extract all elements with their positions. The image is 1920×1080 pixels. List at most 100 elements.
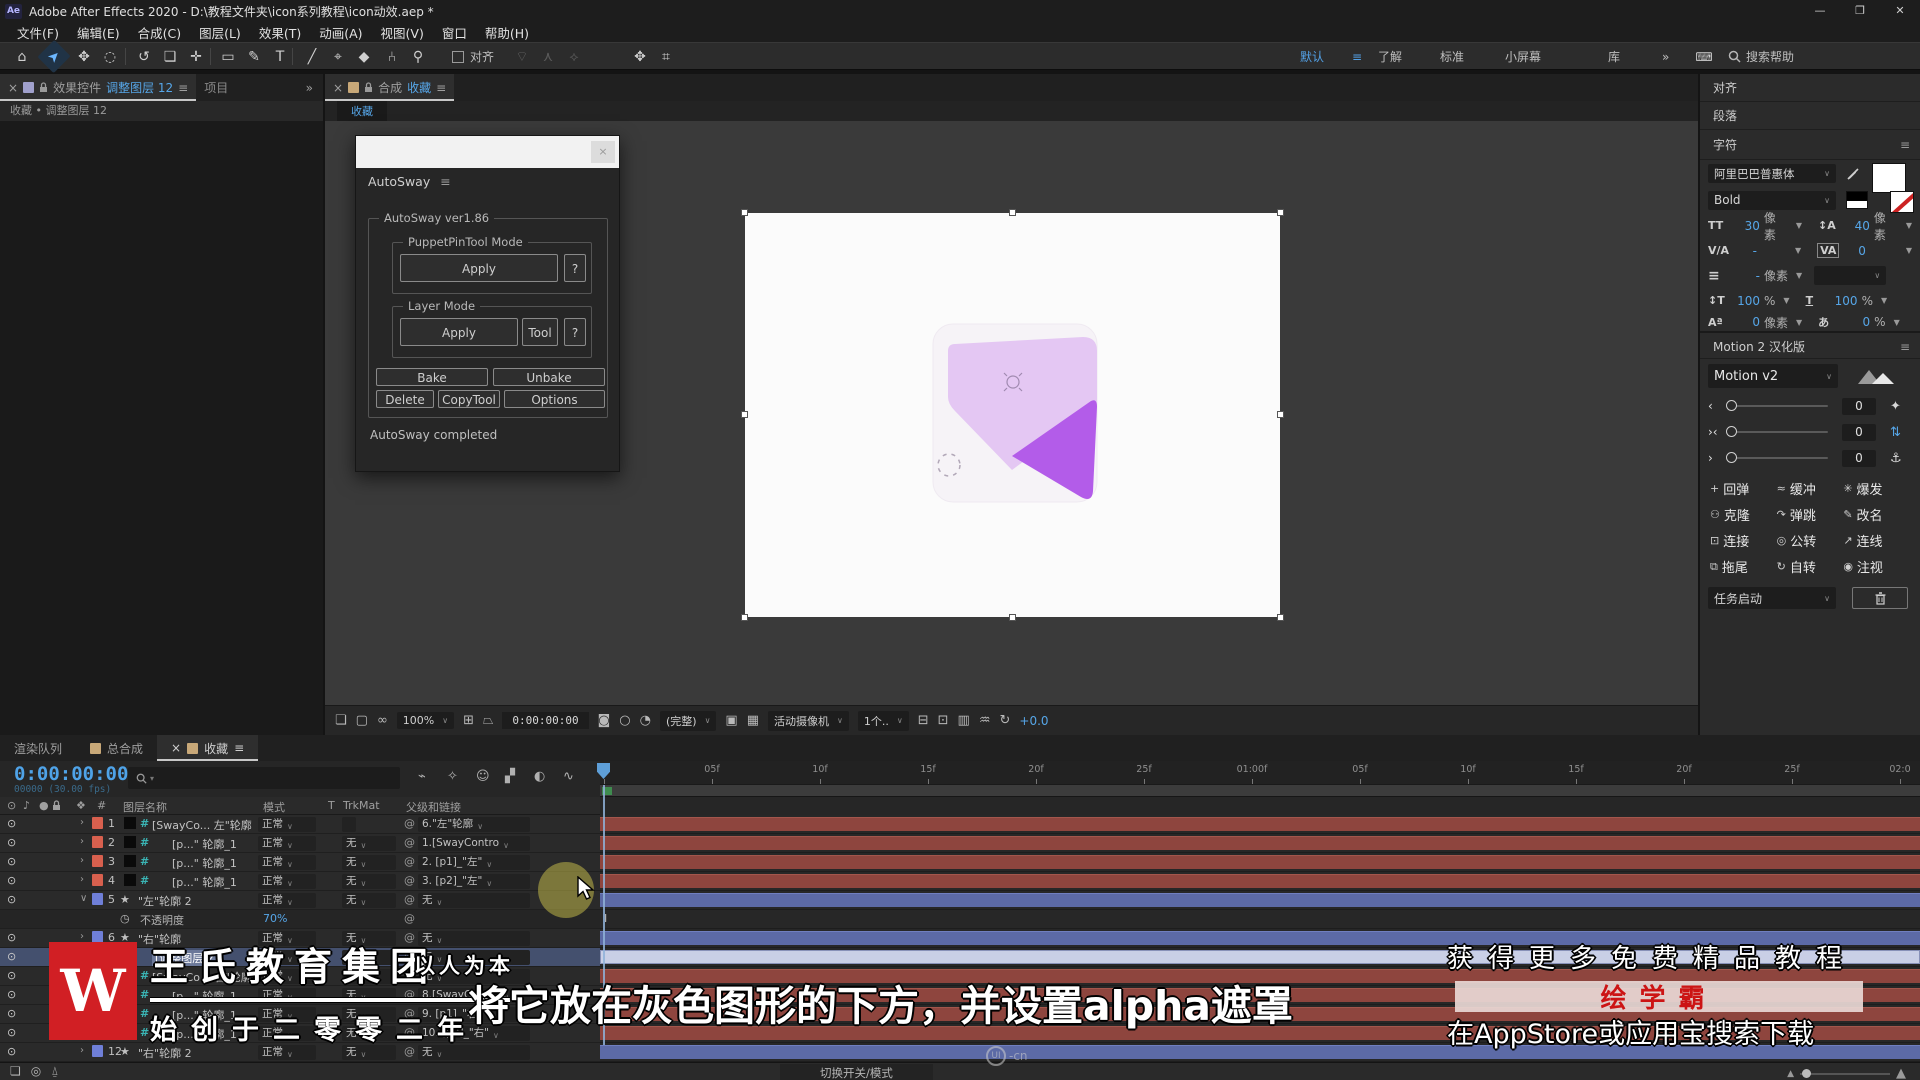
layer-name[interactable]: [SwayCo... 左"轮廓 — [152, 817, 252, 833]
multi-view-icon[interactable]: ❏ — [335, 713, 347, 728]
mini-color-black-white[interactable] — [1846, 191, 1868, 209]
layer-name[interactable]: "左"轮廓 2 — [138, 893, 192, 909]
pan-behind-tool-icon[interactable]: ✛ — [184, 45, 208, 68]
squash-slider-value[interactable]: 0 — [1842, 423, 1876, 441]
workspace-menu-icon[interactable]: ≡ — [1352, 43, 1362, 71]
menu-item-图层L[interactable]: 图层(L) — [190, 23, 250, 42]
rocket-icon[interactable]: ✦ — [1890, 399, 1901, 414]
share-view-icon[interactable]: ⊟ — [918, 713, 929, 728]
ease-button[interactable]: ≈ 缓冲 — [1777, 479, 1844, 498]
vertical-scale-value[interactable]: 100 — [1736, 294, 1760, 308]
pan-icon[interactable]: ✥ — [628, 45, 652, 68]
motion-blur-icon[interactable]: ◐ — [534, 769, 545, 784]
parent-pickwhip-icon[interactable]: @ — [404, 893, 415, 906]
pixel-aspect-icon[interactable]: ▥ — [958, 713, 970, 728]
burst-button[interactable]: ✳ 爆发 — [1843, 479, 1910, 498]
twirl-toggle[interactable]: › — [80, 836, 84, 847]
parent-pickwhip-icon[interactable]: @ — [404, 836, 415, 849]
eye-toggle[interactable]: ⊙ — [7, 950, 16, 963]
slider-knob[interactable] — [1726, 400, 1737, 411]
rotate-tool-icon[interactable]: ↺ — [132, 45, 156, 68]
baseline-shift-value[interactable]: 0 — [1736, 315, 1760, 329]
selection-handle[interactable] — [1277, 411, 1284, 418]
parent-select[interactable]: 6."左"轮廓 ∨ — [418, 817, 530, 832]
eye-toggle[interactable]: ⊙ — [7, 1007, 16, 1020]
blend-mode-select[interactable]: 正常∨ — [258, 893, 316, 908]
layer-help-button[interactable]: ? — [564, 318, 586, 346]
arrows-icon[interactable]: ⇅ — [1890, 425, 1901, 440]
timeline-icon[interactable]: ↻ — [1000, 713, 1011, 728]
refresh-icon[interactable]: ⊡ — [938, 713, 949, 728]
cc-badge-icon[interactable]: ⌨ — [1692, 45, 1716, 68]
slider-track[interactable] — [1726, 426, 1828, 437]
bounce-button[interactable]: + 回弹 — [1710, 479, 1777, 498]
puppetpin-apply-button[interactable]: Apply — [400, 254, 558, 282]
eye-toggle[interactable]: ⊙ — [7, 893, 16, 906]
panel-menu-icon[interactable]: ≡ — [178, 81, 188, 95]
menu-item-视图V[interactable]: 视图(V) — [372, 23, 433, 42]
choose-grid-icon[interactable]: ⊞ — [463, 713, 474, 728]
delete-button[interactable]: Delete — [376, 390, 434, 408]
tab-composition[interactable]: × 合成 收藏 ≡ — [325, 74, 455, 101]
lock-icon[interactable] — [364, 82, 373, 93]
panel-menu-icon[interactable]: ≡ — [1900, 130, 1910, 160]
twirl-toggle[interactable]: › — [80, 931, 84, 942]
zoom-tool-icon[interactable]: ◌ — [98, 45, 122, 68]
property-value[interactable]: 70% — [263, 912, 287, 925]
layer-row-3[interactable]: ⊙ › 3 # [p..." 轮廓_1 正常 ∨ 无 ∨ @2. [p1]_"左" ∨ — [0, 853, 600, 872]
type-tool-icon[interactable]: T — [268, 45, 292, 68]
tab-project[interactable]: 项目 — [196, 74, 236, 101]
channels-icon[interactable]: ◔ — [640, 713, 651, 728]
parent-pickwhip-icon[interactable]: @ — [404, 874, 415, 887]
look-at-button[interactable]: ◉ 注视 — [1843, 557, 1910, 576]
layer-row-5[interactable]: ⊙ ∨ 5 ★ "左"轮廓 2 正常 ∨ 无 ∨ @ 无 ∨ — [0, 891, 600, 910]
layer-row-1[interactable]: ⊙ › 1 # [SwayCo... 左"轮廓 正常 ∨ @6."左"轮廓 ∨ — [0, 815, 600, 834]
stopwatch-icon[interactable]: ◷ — [120, 912, 130, 925]
region-icon[interactable]: ▣ — [725, 713, 737, 728]
layer-name[interactable]: [p..." 轮廓_1 — [172, 855, 237, 871]
label-color-chip[interactable] — [92, 893, 103, 905]
eye-toggle[interactable]: ⊙ — [7, 1045, 16, 1058]
blend-mode-select[interactable]: 正常∨ — [258, 817, 316, 832]
copytool-button[interactable]: CopyTool — [438, 390, 500, 408]
minimize-button[interactable]: — — [1800, 0, 1840, 22]
track-row[interactable] — [600, 872, 1920, 891]
squash-slider[interactable]: ›‹ 0 ⇅ — [1700, 419, 1920, 445]
twirl-toggle[interactable]: › — [80, 874, 84, 885]
snap-checkbox[interactable] — [452, 51, 464, 63]
label-color-chip[interactable] — [92, 1045, 103, 1057]
clone-button[interactable]: ⚇ 克隆 — [1710, 505, 1777, 524]
current-timecode[interactable]: 0:00:00:00 — [14, 763, 128, 785]
trkmat-select[interactable]: 无∨ — [342, 1045, 396, 1060]
work-area-bar[interactable] — [600, 785, 1920, 797]
autosway-close-button[interactable]: × — [591, 141, 615, 163]
time-ruler[interactable]: 0f05f10f15f20f25f01:00f05f10f15f20f25f02… — [599, 761, 1920, 785]
frame-blend-icon[interactable]: ▞ — [505, 769, 515, 784]
rename-button[interactable]: ✎ 改名 — [1843, 505, 1910, 524]
menu-item-文件F[interactable]: 文件(F) — [8, 23, 68, 42]
layer-duration-bar[interactable] — [600, 836, 1920, 850]
rotate-slider[interactable]: › 0 ⚓ — [1700, 445, 1920, 471]
timeline-search-input[interactable]: ▾ — [128, 767, 400, 789]
workspace-2[interactable]: 标准 — [1440, 43, 1464, 71]
layer-name[interactable]: "右"轮廓 2 — [138, 1045, 192, 1061]
delete-task-button[interactable] — [1852, 587, 1908, 609]
shape-tool-icon[interactable]: ▭ — [216, 45, 240, 68]
panel-menu-icon[interactable]: ≡ — [440, 174, 450, 189]
blend-mode-select[interactable]: 正常∨ — [258, 855, 316, 870]
composition-canvas[interactable] — [741, 209, 1284, 621]
stroke-width-value[interactable]: - — [1736, 269, 1760, 283]
close-button[interactable]: ✕ — [1880, 0, 1920, 22]
tab-close-icon[interactable]: × — [171, 741, 181, 755]
layer-row-4[interactable]: ⊙ › 4 # [p..." 轮廓_1 正常 ∨ 无 ∨ @3. [p2]_"左" ∨ — [0, 872, 600, 891]
workspace-0[interactable]: 默认 — [1300, 43, 1324, 71]
parent-select[interactable]: 1.[SwayContro ∨ — [418, 836, 530, 851]
eye-toggle[interactable]: ⊙ — [7, 855, 16, 868]
workspace-3[interactable]: 小屏幕 — [1505, 43, 1541, 71]
camera-tool-icon[interactable]: ❏ — [158, 45, 182, 68]
eyedropper-icon[interactable] — [1846, 167, 1860, 181]
leading-value[interactable]: 40 — [1846, 219, 1870, 233]
orbit-button[interactable]: ◎ 公转 — [1777, 531, 1844, 550]
home-tool-icon[interactable]: ⌂ — [10, 45, 34, 68]
trkmat-select[interactable]: 无∨ — [342, 893, 396, 908]
